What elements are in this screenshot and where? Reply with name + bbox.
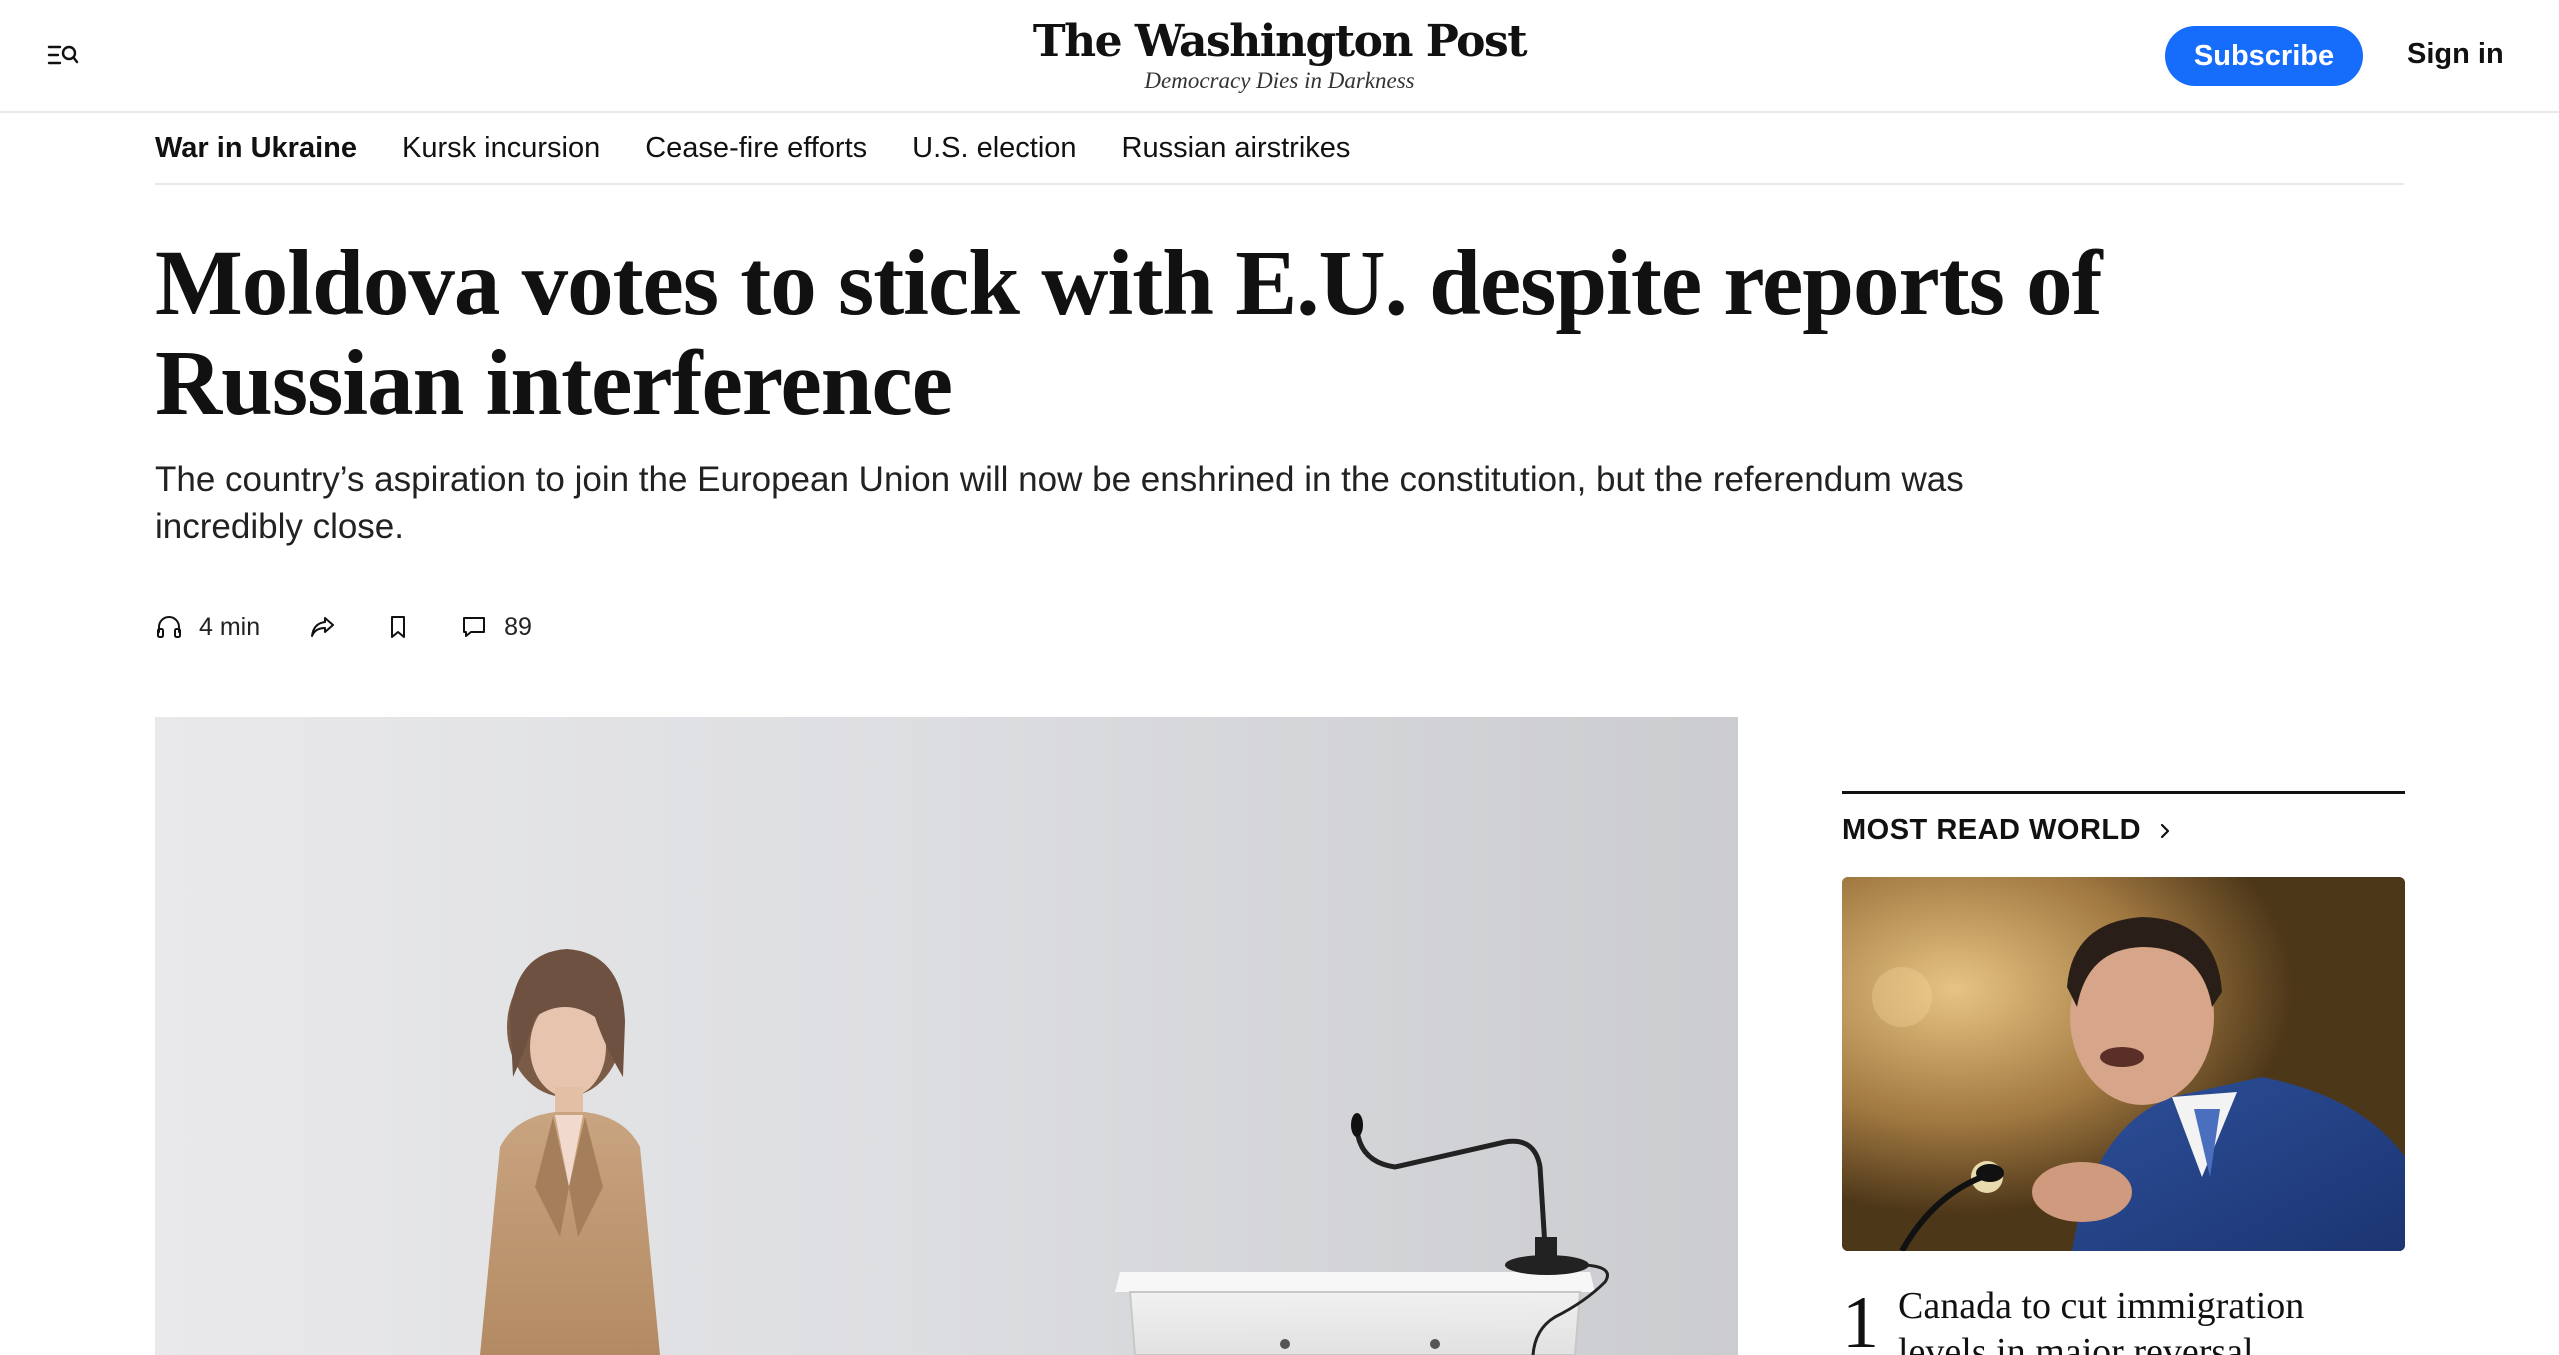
- nav-item-cease-fire-efforts[interactable]: Cease-fire efforts: [645, 132, 867, 165]
- most-read-headline[interactable]: Canada to cut immigration levels in majo…: [1898, 1283, 2378, 1355]
- subscribe-button[interactable]: Subscribe: [2165, 26, 2363, 86]
- most-read-item[interactable]: 1 Canada to cut immigration levels in ma…: [1842, 1283, 2405, 1355]
- listen-button[interactable]: 4 min: [155, 613, 260, 642]
- headphones-icon: [157, 616, 181, 638]
- most-read-title: MOST READ WORLD: [1842, 814, 2142, 846]
- chevron-right-icon: [2160, 823, 2170, 838]
- nav-item-us-election[interactable]: U.S. election: [912, 132, 1076, 165]
- listen-duration: 4 min: [199, 612, 261, 641]
- site-header: The Washington Post Democracy Dies in Da…: [0, 0, 2559, 113]
- nav-item-kursk-incursion[interactable]: Kursk incursion: [402, 132, 600, 165]
- article-utility-bar: 4 min 89: [155, 607, 580, 647]
- sign-in-link[interactable]: Sign in: [2407, 38, 2504, 71]
- share-icon: [311, 617, 335, 637]
- save-button[interactable]: [384, 613, 412, 641]
- bookmark-icon: [391, 616, 406, 638]
- share-button[interactable]: [308, 613, 336, 641]
- most-read-image[interactable]: [1842, 877, 2405, 1251]
- article-dek: The country’s aspiration to join the Eur…: [155, 460, 1964, 546]
- comments-count: 89: [504, 612, 532, 641]
- comment-icon: [463, 617, 486, 637]
- article-headline: Moldova votes to stick with E.U. despite…: [155, 232, 2103, 435]
- nav-item-russian-airstrikes[interactable]: Russian airstrikes: [1122, 132, 1351, 165]
- section-nav: War in Ukraine Kursk incursion Cease-fir…: [155, 113, 2404, 185]
- lead-image: [155, 717, 1738, 1355]
- most-read-world-module: MOST READ WORLD: [1842, 791, 2405, 847]
- most-read-header[interactable]: MOST READ WORLD: [1842, 814, 2405, 847]
- most-read-rank: 1: [1842, 1283, 1879, 1355]
- nav-item-war-in-ukraine[interactable]: War in Ukraine: [155, 132, 357, 165]
- comments-button[interactable]: 89: [460, 613, 532, 642]
